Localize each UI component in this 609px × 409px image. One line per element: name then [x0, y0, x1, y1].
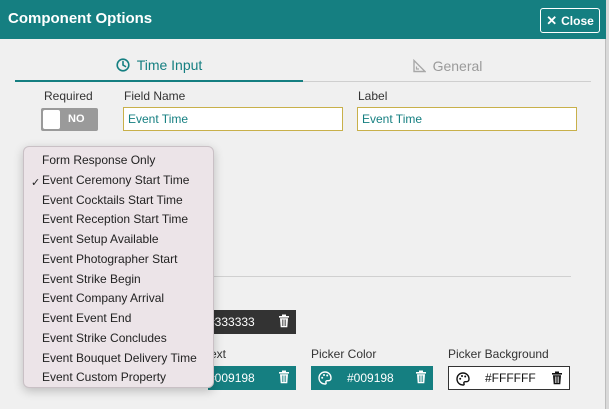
clock-icon — [116, 58, 130, 72]
checkmark-icon: ✓ — [31, 177, 41, 189]
picker-background-swatch[interactable]: #FFFFFF — [448, 366, 570, 390]
ruler-triangle-icon — [412, 58, 426, 72]
picker-color-value: #009198 — [347, 371, 394, 385]
component-options-dialog: Component Options ✕ Close Time Input Gen… — [0, 0, 606, 409]
trash-icon[interactable] — [415, 370, 427, 384]
tab-general[interactable]: General — [303, 50, 591, 82]
menu-item[interactable]: Event Reception Start Time — [42, 212, 188, 231]
menu-item[interactable]: Event Company Arrival — [42, 291, 164, 310]
close-icon: ✕ — [546, 12, 558, 28]
label-label: Label — [358, 89, 388, 103]
field-name-label: Field Name — [124, 89, 186, 103]
label-input[interactable] — [357, 107, 577, 131]
picker-color-swatch[interactable]: #009198 — [311, 366, 433, 390]
trash-icon[interactable] — [551, 371, 563, 385]
tab-time-input-label: Time Input — [136, 57, 203, 73]
menu-item[interactable]: Event Event End — [42, 311, 131, 330]
field-name-input[interactable] — [123, 107, 343, 131]
menu-item[interactable]: Event Photographer Start — [42, 252, 177, 271]
menu-item[interactable]: Event Cocktails Start Time — [42, 193, 183, 212]
text-color-value: #009198 — [208, 371, 255, 385]
field-name-dropdown-menu: ✓ Form Response Only Event Ceremony Star… — [23, 146, 214, 388]
menu-item[interactable]: Event Ceremony Start Time — [42, 173, 189, 192]
trash-icon[interactable] — [278, 370, 290, 384]
picker-background-label: Picker Background — [448, 347, 549, 361]
palette-icon — [318, 371, 332, 385]
picker-color-label: Picker Color — [311, 347, 377, 361]
menu-item[interactable]: Event Bouquet Delivery Time — [42, 351, 197, 370]
section-divider — [213, 276, 571, 277]
dialog-title: Component Options — [8, 10, 153, 27]
menu-item[interactable]: Form Response Only — [42, 153, 155, 172]
toggle-knob — [43, 110, 60, 129]
menu-item[interactable]: Event Strike Begin — [42, 272, 141, 291]
text-color-swatch[interactable]: #009198 — [208, 366, 296, 390]
trash-icon[interactable] — [278, 314, 290, 328]
required-toggle[interactable]: NO — [41, 108, 98, 131]
tab-time-input[interactable]: Time Input — [15, 50, 303, 82]
picker-background-value: #FFFFFF — [485, 371, 536, 385]
menu-item[interactable]: Event Strike Concludes — [42, 331, 167, 350]
menu-item[interactable]: Event Custom Property — [42, 370, 166, 389]
required-toggle-state: NO — [68, 113, 85, 125]
close-button-label: Close — [561, 13, 594, 28]
palette-icon — [456, 372, 470, 386]
tab-general-label: General — [432, 57, 483, 74]
close-button[interactable]: ✕ Close — [540, 8, 600, 33]
dialog-titlebar: Component Options ✕ Close — [0, 0, 606, 39]
color-swatch-dark[interactable]: #333333 — [208, 310, 296, 334]
swatch-dark-value: #333333 — [208, 315, 255, 329]
required-label: Required — [44, 89, 93, 103]
menu-item[interactable]: Event Setup Available — [42, 232, 159, 251]
